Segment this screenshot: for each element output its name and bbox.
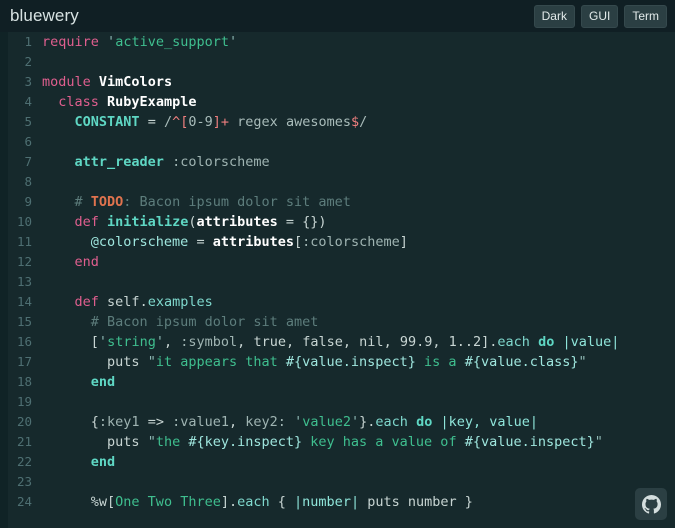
line-content: # Bacon ipsum dolor sit amet xyxy=(90,314,319,330)
code-line: 19 xyxy=(8,392,675,412)
code-line: 17 puts "it appears that #{value.inspect… xyxy=(8,352,675,372)
line-content: def self.examples xyxy=(74,294,213,310)
line-content: require 'active_support' xyxy=(42,34,238,50)
code-line: 1 require 'active_support' xyxy=(8,32,675,52)
line-number: 5 xyxy=(24,114,32,129)
code-line: 23 xyxy=(8,472,675,492)
line-number: 24 xyxy=(16,494,32,509)
code-line: 18 end xyxy=(8,372,675,392)
code-line: 5 CONSTANT = /^[0-9]+ regex awesomes$/ xyxy=(8,112,675,132)
line-content: def initialize(attributes = {}) xyxy=(74,214,327,230)
code-line: 13 xyxy=(8,272,675,292)
line-content: CONSTANT = /^[0-9]+ regex awesomes$/ xyxy=(74,114,368,130)
code-line: 9 # TODO: Bacon ipsum dolor sit amet xyxy=(8,192,675,212)
line-number: 11 xyxy=(16,234,32,249)
line-number: 22 xyxy=(16,454,32,469)
line-number: 3 xyxy=(24,74,32,89)
gui-button[interactable]: GUI xyxy=(580,4,619,28)
code-editor[interactable]: 1 require 'active_support' 2 3 module Vi… xyxy=(0,32,675,528)
code-line: 4 class RubyExample xyxy=(8,92,675,112)
line-content: end xyxy=(90,454,116,470)
line-content: class RubyExample xyxy=(58,94,197,110)
line-content: end xyxy=(74,254,99,270)
line-content: end xyxy=(90,374,116,390)
line-number: 12 xyxy=(16,254,32,269)
line-number: 20 xyxy=(16,414,32,429)
dark-button[interactable]: Dark xyxy=(533,4,575,28)
line-content: %w[One Two Three].each { |number| puts n… xyxy=(90,494,473,510)
code-line: 16 ['string', :symbol, true, false, nil,… xyxy=(8,332,675,352)
editor-left-rail xyxy=(0,32,8,528)
code-line: 6 xyxy=(8,132,675,152)
line-number: 1 xyxy=(24,34,32,49)
line-number: 16 xyxy=(16,334,32,349)
header-button-group: Dark GUI Term xyxy=(533,4,667,28)
code-line: 21 puts "the #{key.inspect} key has a va… xyxy=(8,432,675,452)
line-number: 7 xyxy=(24,154,32,169)
github-icon xyxy=(641,494,661,514)
line-number: 6 xyxy=(24,134,32,149)
code-line: 3 module VimColors xyxy=(8,72,675,92)
line-content: puts "it appears that #{value.inspect} i… xyxy=(107,354,587,370)
code-scroll-region[interactable]: 1 require 'active_support' 2 3 module Vi… xyxy=(8,32,675,528)
code-line: 2 xyxy=(8,52,675,72)
line-number: 19 xyxy=(16,394,32,409)
line-content: module VimColors xyxy=(42,74,173,90)
line-number: 2 xyxy=(24,54,32,69)
code-line: 24 %w[One Two Three].each { |number| put… xyxy=(8,492,675,512)
line-number: 21 xyxy=(16,434,32,449)
line-number: 9 xyxy=(24,194,32,209)
line-content: ['string', :symbol, true, false, nil, 99… xyxy=(90,334,620,350)
line-number: 14 xyxy=(16,294,32,309)
line-content: @colorscheme = attributes[:colorscheme] xyxy=(90,234,408,250)
line-number: 4 xyxy=(24,94,32,109)
code-line: 20 {:key1 => :value1, key2: 'value2'}.ea… xyxy=(8,412,675,432)
code-line: 8 xyxy=(8,172,675,192)
code-line: 15 # Bacon ipsum dolor sit amet xyxy=(8,312,675,332)
term-button[interactable]: Term xyxy=(624,4,667,28)
line-content: {:key1 => :value1, key2: 'value2'}.each … xyxy=(90,414,539,430)
app-header: bluewery Dark GUI Term xyxy=(0,0,675,32)
line-number: 23 xyxy=(16,474,32,489)
code-line: 11 @colorscheme = attributes[:colorschem… xyxy=(8,232,675,252)
line-content: puts "the #{key.inspect} key has a value… xyxy=(107,434,603,450)
code-line: 7 attr_reader :colorscheme xyxy=(8,152,675,172)
code-line: 14 def self.examples xyxy=(8,292,675,312)
code-line: 10 def initialize(attributes = {}) xyxy=(8,212,675,232)
page-title: bluewery xyxy=(10,6,79,25)
code-line: 12 end xyxy=(8,252,675,272)
line-number: 10 xyxy=(16,214,32,229)
line-number: 13 xyxy=(16,274,32,289)
line-content: # TODO: Bacon ipsum dolor sit amet xyxy=(74,194,351,210)
github-link[interactable] xyxy=(635,488,667,520)
line-number: 17 xyxy=(16,354,32,369)
line-number: 15 xyxy=(16,314,32,329)
code-line: 22 end xyxy=(8,452,675,472)
line-number: 8 xyxy=(24,174,32,189)
line-content: attr_reader :colorscheme xyxy=(74,154,270,170)
line-number: 18 xyxy=(16,374,32,389)
